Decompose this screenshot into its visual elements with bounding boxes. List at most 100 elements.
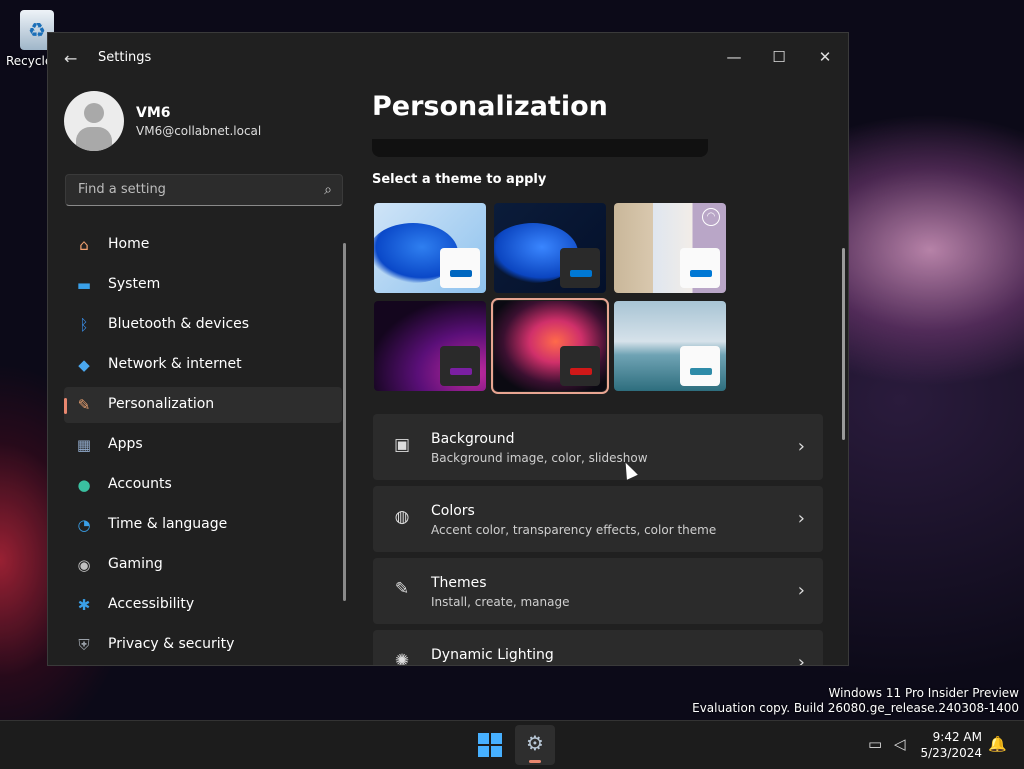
clock-time: 9:42 AM (932, 730, 982, 744)
sidebar-item-label: Accessibility (108, 596, 195, 612)
sidebar-nav: ⌂ Home ▬ System ᛒ Bluetooth & devices ◆ … (64, 227, 342, 665)
theme-accent-bar (570, 270, 592, 277)
sidebar-item-label: Privacy & security (108, 636, 235, 652)
image-icon: ▣ (393, 435, 411, 455)
sidebar-item-network-internet[interactable]: ◆ Network & internet (64, 347, 342, 383)
sidebar-item-system[interactable]: ▬ System (64, 267, 342, 303)
theme-captured-motion[interactable] (491, 298, 609, 394)
palette-icon: ◍ (394, 507, 410, 527)
colors-card[interactable]: ◍ Colors Accent color, transparency effe… (373, 486, 823, 552)
close-button[interactable]: ✕ (802, 42, 848, 72)
start-button[interactable] (478, 733, 502, 757)
sidebar-item-label: Gaming (108, 556, 163, 572)
minimize-button[interactable]: — (711, 42, 757, 72)
taskbar-settings-app[interactable]: ⚙ (515, 725, 555, 765)
background-card[interactable]: ▣ Background Background image, color, sl… (373, 414, 823, 480)
search-box[interactable]: ⌕ (65, 174, 343, 206)
globe-clock-icon: ◔ (77, 516, 91, 534)
sidebar-item-label: Home (108, 236, 150, 252)
settings-window: ← Settings — ☐ ✕ VM6 VM6@collabnet.local… (47, 32, 849, 666)
theme-flow[interactable] (614, 301, 726, 391)
page-title: Personalization (372, 91, 608, 122)
theme-preview-window (560, 346, 600, 386)
sidebar-item-home[interactable]: ⌂ Home (64, 227, 342, 263)
lighting-icon: ✺ (394, 651, 410, 666)
gamepad-icon: ◉ (77, 556, 91, 574)
notification-bell-icon[interactable]: 🔔 (988, 735, 1007, 753)
sidebar-item-label: System (108, 276, 161, 292)
sidebar-item-label: Network & internet (108, 356, 242, 372)
sidebar-item-time-language[interactable]: ◔ Time & language (64, 507, 342, 543)
theme-windows-dark[interactable] (494, 203, 606, 293)
maximize-button[interactable]: ☐ (756, 42, 802, 72)
sidebar-item-label: Apps (108, 436, 143, 452)
theme-windows-spotlight[interactable]: ◠ (614, 203, 726, 293)
theme-accent-bar (450, 368, 472, 375)
theme-preview-edge (372, 139, 708, 157)
sidebar-item-apps[interactable]: ▦ Apps (64, 427, 342, 463)
sidebar-item-gaming[interactable]: ◉ Gaming (64, 547, 342, 583)
theme-preview-window (440, 346, 480, 386)
sidebar-item-personalization[interactable]: ✎ Personalization (64, 387, 342, 423)
theme-accent-bar (450, 270, 472, 277)
content-scrollbar[interactable] (842, 248, 845, 440)
gear-icon: ⚙ (526, 731, 544, 755)
sidebar-item-privacy-security[interactable]: ⛨ Privacy & security (64, 627, 342, 663)
sidebar-item-label: Accounts (108, 476, 172, 492)
person-icon: ● (77, 476, 91, 494)
search-icon[interactable]: ⌕ (324, 182, 332, 198)
dynamic-lighting-card[interactable]: ✺ Dynamic Lighting › (373, 630, 823, 666)
volume-muted-icon[interactable]: ◁ (894, 735, 906, 753)
watermark-build: Evaluation copy. Build 26080.ge_release.… (692, 701, 1019, 715)
theme-preview-window (680, 248, 720, 288)
sidebar-item-bluetooth-devices[interactable]: ᛒ Bluetooth & devices (64, 307, 342, 343)
window-title: Settings (98, 50, 152, 65)
chevron-right-icon: › (797, 436, 805, 457)
card-subtitle: Background image, color, slideshow (431, 451, 648, 465)
chevron-right-icon: › (797, 652, 805, 666)
accessibility-icon: ✱ (77, 596, 91, 614)
theme-accent-bar (690, 368, 712, 375)
sidebar-item-accessibility[interactable]: ✱ Accessibility (64, 587, 342, 623)
theme-preview-window (440, 248, 480, 288)
active-app-indicator (529, 760, 541, 763)
theme-preview-window (680, 346, 720, 386)
card-title: Themes (431, 575, 487, 591)
shield-icon: ⛨ (78, 636, 90, 654)
spotlight-icon: ◠ (702, 208, 720, 226)
themes-card[interactable]: ✎ Themes Install, create, manage › (373, 558, 823, 624)
system-clock[interactable]: 9:42 AM 5/23/2024 (920, 729, 982, 761)
brush-icon: ✎ (77, 396, 91, 414)
theme-windows-light[interactable] (374, 203, 486, 293)
search-input[interactable] (76, 181, 310, 198)
build-watermark: Windows 11 Pro Insider Preview Evaluatio… (692, 686, 1019, 716)
bluetooth-icon: ᛒ (79, 316, 89, 334)
card-subtitle: Accent color, transparency effects, colo… (431, 523, 717, 537)
theme-preview-window (560, 248, 600, 288)
chevron-right-icon: › (797, 508, 805, 529)
theme-accent-bar (570, 368, 592, 375)
network-icon[interactable]: ▭ (868, 735, 882, 753)
theme-grid: ◠ (374, 203, 728, 394)
user-name: VM6 (136, 105, 171, 121)
card-title: Colors (431, 503, 475, 519)
chevron-right-icon: › (797, 580, 805, 601)
apps-icon: ▦ (76, 436, 92, 454)
user-email: VM6@collabnet.local (136, 124, 262, 138)
back-arrow-icon[interactable]: ← (64, 49, 77, 68)
card-title: Background (431, 431, 515, 447)
sidebar-scrollbar[interactable] (343, 243, 346, 601)
themes-section-label: Select a theme to apply (372, 172, 547, 187)
sidebar-item-label: Personalization (108, 396, 215, 412)
watermark-edition: Windows 11 Pro Insider Preview (828, 686, 1019, 700)
title-bar[interactable]: ← Settings — ☐ ✕ (48, 33, 848, 83)
monitor-icon: ▬ (76, 276, 92, 294)
theme-glow[interactable] (374, 301, 486, 391)
home-icon: ⌂ (79, 236, 89, 254)
sidebar-item-label: Time & language (108, 516, 228, 532)
avatar[interactable] (64, 91, 124, 151)
taskbar: ⚙ ▭ ◁ 9:42 AM 5/23/2024 🔔 (0, 720, 1024, 769)
card-subtitle: Install, create, manage (431, 595, 570, 609)
clock-date: 5/23/2024 (920, 746, 982, 760)
sidebar-item-accounts[interactable]: ● Accounts (64, 467, 342, 503)
